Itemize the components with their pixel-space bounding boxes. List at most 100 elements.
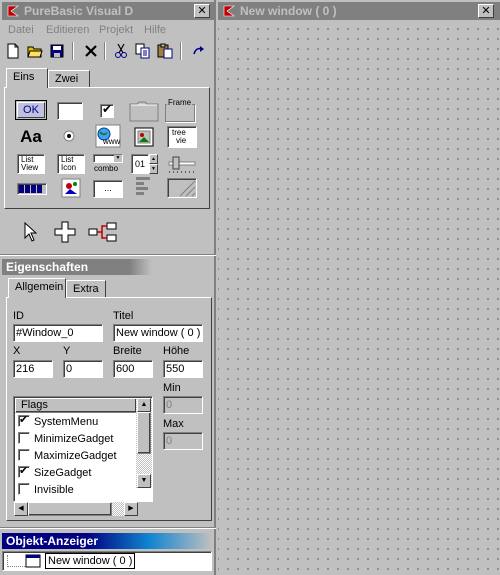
scroll-thumb[interactable] <box>137 412 151 454</box>
flag-label: MinimizeGadget <box>34 433 114 445</box>
flag-label: SizeGadget <box>34 467 92 479</box>
scroll-down-icon[interactable]: ▼ <box>137 474 151 488</box>
flag-label: MaximizeGadget <box>34 450 117 462</box>
frame-gadget-icon[interactable]: Frame <box>165 98 195 122</box>
button-gadget-icon[interactable]: OK <box>15 100 47 120</box>
object-viewer-item[interactable]: New window ( 0 ) <box>45 553 136 569</box>
progressbar-gadget-icon[interactable] <box>17 182 47 196</box>
tab-allgemein[interactable]: Allgemein <box>8 278 66 298</box>
spin-label: 01 <box>131 154 149 174</box>
min-label: Min <box>163 382 181 394</box>
toolbar-separator <box>104 42 106 60</box>
properties-panel: ID #Window_0 Titel New window ( 0 ) X 21… <box>6 297 212 521</box>
flag-checkbox[interactable] <box>18 483 30 496</box>
save-icon[interactable] <box>48 42 66 60</box>
explorer-gadget-icon[interactable]: ... <box>93 180 123 198</box>
trackbar-gadget-icon[interactable] <box>167 154 197 174</box>
tab-eins[interactable]: Eins <box>6 68 48 88</box>
toolbar-separator <box>72 42 74 60</box>
main-window-title: PureBasic Visual D <box>24 4 134 18</box>
flags-horizontal-scrollbar[interactable]: ◀ ▶ <box>14 502 138 516</box>
delete-icon[interactable] <box>82 42 100 60</box>
hscroll-thumb[interactable] <box>28 502 112 516</box>
flag-row-sizegadget[interactable]: SizeGadget <box>18 464 92 483</box>
flag-checkbox[interactable] <box>18 464 30 479</box>
width-field[interactable]: 600 <box>113 360 153 378</box>
title-label: Titel <box>113 310 134 322</box>
link-gadgets-icon[interactable] <box>86 220 120 244</box>
imagebutton-gadget-icon[interactable] <box>61 178 81 198</box>
scroll-up-icon[interactable]: ▲ <box>137 398 151 412</box>
combo-gadget-icon[interactable]: ▼ combo <box>93 154 123 174</box>
panel-gadget-icon[interactable] <box>129 100 159 122</box>
listicon-gadget-icon[interactable]: List Icon <box>57 154 85 174</box>
toolbar-separator <box>180 42 182 60</box>
tree-label-2: vie <box>176 136 187 145</box>
scroll-left-icon[interactable]: ◀ <box>14 502 28 516</box>
tree-gadget-icon[interactable]: tree vie <box>167 126 197 148</box>
title-field[interactable]: New window ( 0 ) <box>113 324 203 342</box>
y-field[interactable]: 0 <box>63 360 103 378</box>
listicon-label-2: Icon <box>61 163 77 172</box>
option-gadget-icon[interactable] <box>61 128 77 144</box>
splitter-gadget-icon[interactable] <box>133 176 155 198</box>
cut-icon[interactable] <box>112 42 130 60</box>
main-window-titlebar[interactable]: PureBasic Visual D <box>2 2 214 20</box>
new-file-icon[interactable] <box>4 42 22 60</box>
flag-checkbox[interactable] <box>18 413 30 428</box>
string-gadget-icon[interactable] <box>57 102 83 120</box>
checkbox-gadget-icon[interactable]: ✔ <box>97 102 117 120</box>
design-window-title: New window ( 0 ) <box>240 4 337 18</box>
listview-gadget-icon[interactable]: List View <box>17 154 45 174</box>
flag-row-maximizegadget[interactable]: MaximizeGadget <box>18 449 117 466</box>
section-divider <box>0 527 216 529</box>
redo-icon[interactable] <box>190 42 208 60</box>
main-window-close-button[interactable]: ✕ <box>194 4 210 18</box>
visual-designer-window: PureBasic Visual D ✕ Datei Editieren Pro… <box>0 0 216 575</box>
web-gadget-icon[interactable]: www <box>95 124 121 148</box>
flags-list[interactable]: Flags SystemMenu MinimizeGadget Maximize… <box>13 396 153 502</box>
flag-checkbox[interactable] <box>18 432 30 445</box>
menu-editieren[interactable]: Editieren <box>46 24 89 36</box>
flags-column-header[interactable]: Flags <box>15 398 137 413</box>
x-label: X <box>13 345 21 357</box>
container-gadget-icon[interactable] <box>167 178 197 198</box>
tab-extra[interactable]: Extra <box>66 280 106 298</box>
design-window-titlebar[interactable]: New window ( 0 ) <box>218 2 500 20</box>
y-label: Y <box>63 345 71 357</box>
flag-row-systemmenu[interactable]: SystemMenu <box>18 413 99 432</box>
menu-projekt[interactable]: Projekt <box>99 24 133 36</box>
www-label: www <box>103 137 121 146</box>
menu-datei[interactable]: Datei <box>8 24 34 36</box>
flag-row-invisible[interactable]: Invisible <box>18 483 74 500</box>
purebasic-logo-icon <box>7 5 19 17</box>
design-window-close-button[interactable]: ✕ <box>478 4 494 18</box>
flag-checkbox[interactable] <box>18 449 30 462</box>
object-viewer-title: Objekt-Anzeiger <box>2 533 212 549</box>
combo-label: combo <box>94 164 119 173</box>
scroll-right-icon[interactable]: ▶ <box>124 502 138 516</box>
object-viewer-tree[interactable]: New window ( 0 ) <box>2 551 212 571</box>
text-gadget-icon[interactable]: Aa <box>15 126 47 148</box>
height-field[interactable]: 550 <box>163 360 203 378</box>
ok-button-label: OK <box>17 102 45 118</box>
flag-row-minimizegadget[interactable]: MinimizeGadget <box>18 432 113 449</box>
flag-label: SystemMenu <box>34 416 99 428</box>
flags-vertical-scrollbar[interactable]: ▲ ▼ <box>136 398 152 488</box>
id-field[interactable]: #Window_0 <box>13 324 103 342</box>
add-gadget-icon[interactable] <box>52 220 78 244</box>
design-window[interactable]: New window ( 0 ) ✕ <box>218 0 500 575</box>
max-field: 0 <box>163 432 203 450</box>
tab-zwei[interactable]: Zwei <box>48 70 90 88</box>
pointer-tool-icon[interactable] <box>20 220 40 244</box>
paste-icon[interactable] <box>156 42 174 60</box>
purebasic-logo-icon <box>223 5 235 17</box>
open-folder-icon[interactable] <box>26 42 44 60</box>
x-field[interactable]: 216 <box>13 360 53 378</box>
spin-gadget-icon[interactable]: 01 ▲ ▼ <box>131 154 159 174</box>
copy-icon[interactable] <box>134 42 152 60</box>
width-label: Breite <box>113 345 142 357</box>
frame-label: Frame <box>167 98 193 107</box>
menu-hilfe[interactable]: Hilfe <box>144 24 166 36</box>
image-gadget-icon[interactable] <box>133 126 155 148</box>
